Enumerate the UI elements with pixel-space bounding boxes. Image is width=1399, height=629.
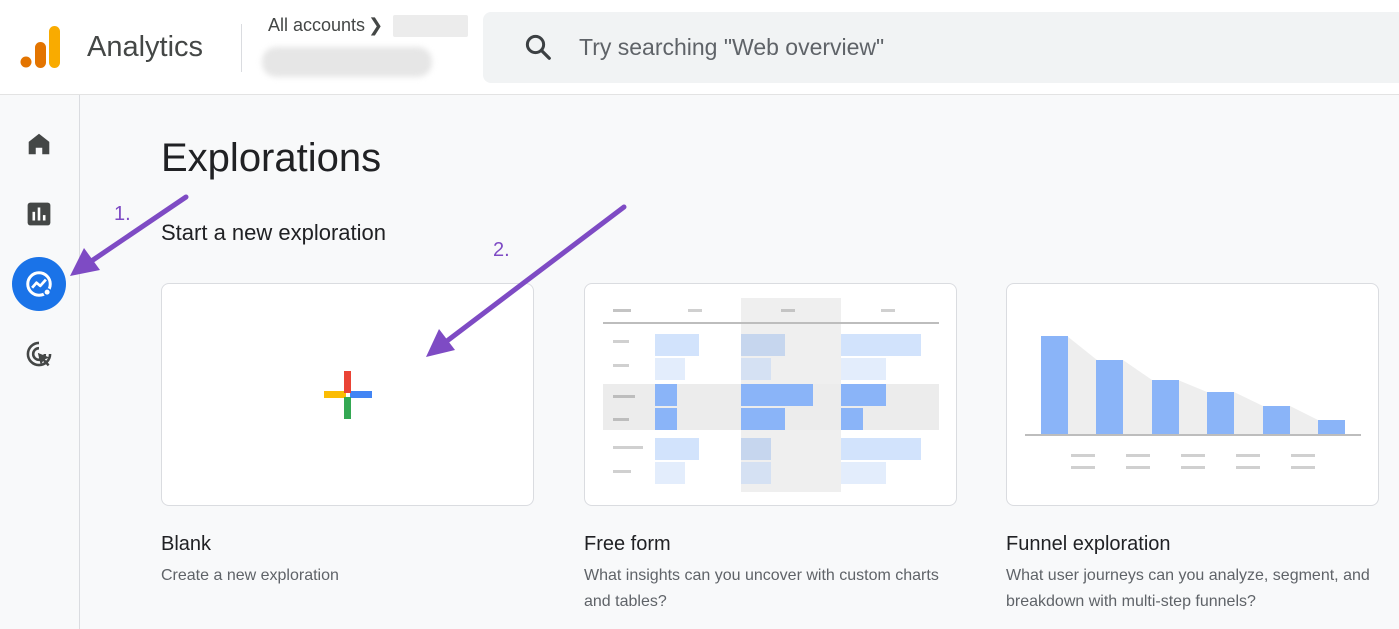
- chevron-right-icon: ❯: [368, 15, 384, 35]
- explore-icon: [26, 271, 52, 297]
- redacted-property-name[interactable]: [262, 47, 432, 77]
- all-accounts-link[interactable]: All accounts ❯: [268, 15, 383, 36]
- annotation-step-2: 2.: [493, 239, 510, 261]
- top-bar: Analytics All accounts ❯: [0, 0, 1399, 95]
- nav-home[interactable]: [12, 117, 66, 171]
- search-bar[interactable]: [483, 12, 1399, 83]
- nav-explore[interactable]: [12, 257, 66, 311]
- blank-card-title[interactable]: Blank: [161, 533, 211, 556]
- annotation-step-1: 1.: [114, 203, 131, 225]
- free-form-thumbnail: [603, 298, 939, 492]
- nav-reports[interactable]: [12, 187, 66, 241]
- home-icon: [28, 133, 50, 155]
- search-icon: [525, 34, 551, 60]
- funnel-thumbnail: [1025, 336, 1361, 469]
- blank-template-card[interactable]: [161, 283, 534, 506]
- app-name: Analytics: [87, 31, 204, 63]
- nav-advertising[interactable]: [12, 327, 66, 381]
- blank-card-description: Create a new exploration: [161, 567, 339, 584]
- section-title: Start a new exploration: [161, 220, 387, 245]
- free-form-card-description: What insights can you uncover with custo…: [584, 567, 939, 610]
- reports-icon: [27, 202, 51, 226]
- left-nav: [0, 95, 80, 629]
- free-form-card-title[interactable]: Free form: [584, 533, 671, 556]
- free-form-template-card[interactable]: [584, 283, 957, 506]
- search-input[interactable]: [579, 12, 1379, 83]
- funnel-template-card[interactable]: [1006, 283, 1379, 506]
- page: Analytics All accounts ❯ Try searching "…: [0, 0, 1399, 629]
- all-accounts-label: All accounts: [268, 15, 366, 35]
- funnel-card-title[interactable]: Funnel exploration: [1006, 533, 1171, 556]
- redacted-account-name: [393, 15, 468, 37]
- explorations-page: Explorations Start a new exploration Bla…: [81, 96, 1399, 629]
- analytics-logo-icon[interactable]: [18, 25, 60, 69]
- header-divider: [241, 24, 242, 72]
- advertising-icon: [26, 341, 52, 367]
- funnel-card-description: What user journeys can you analyze, segm…: [1006, 567, 1370, 610]
- plus-icon: [324, 371, 372, 419]
- page-title: Explorations: [161, 136, 382, 180]
